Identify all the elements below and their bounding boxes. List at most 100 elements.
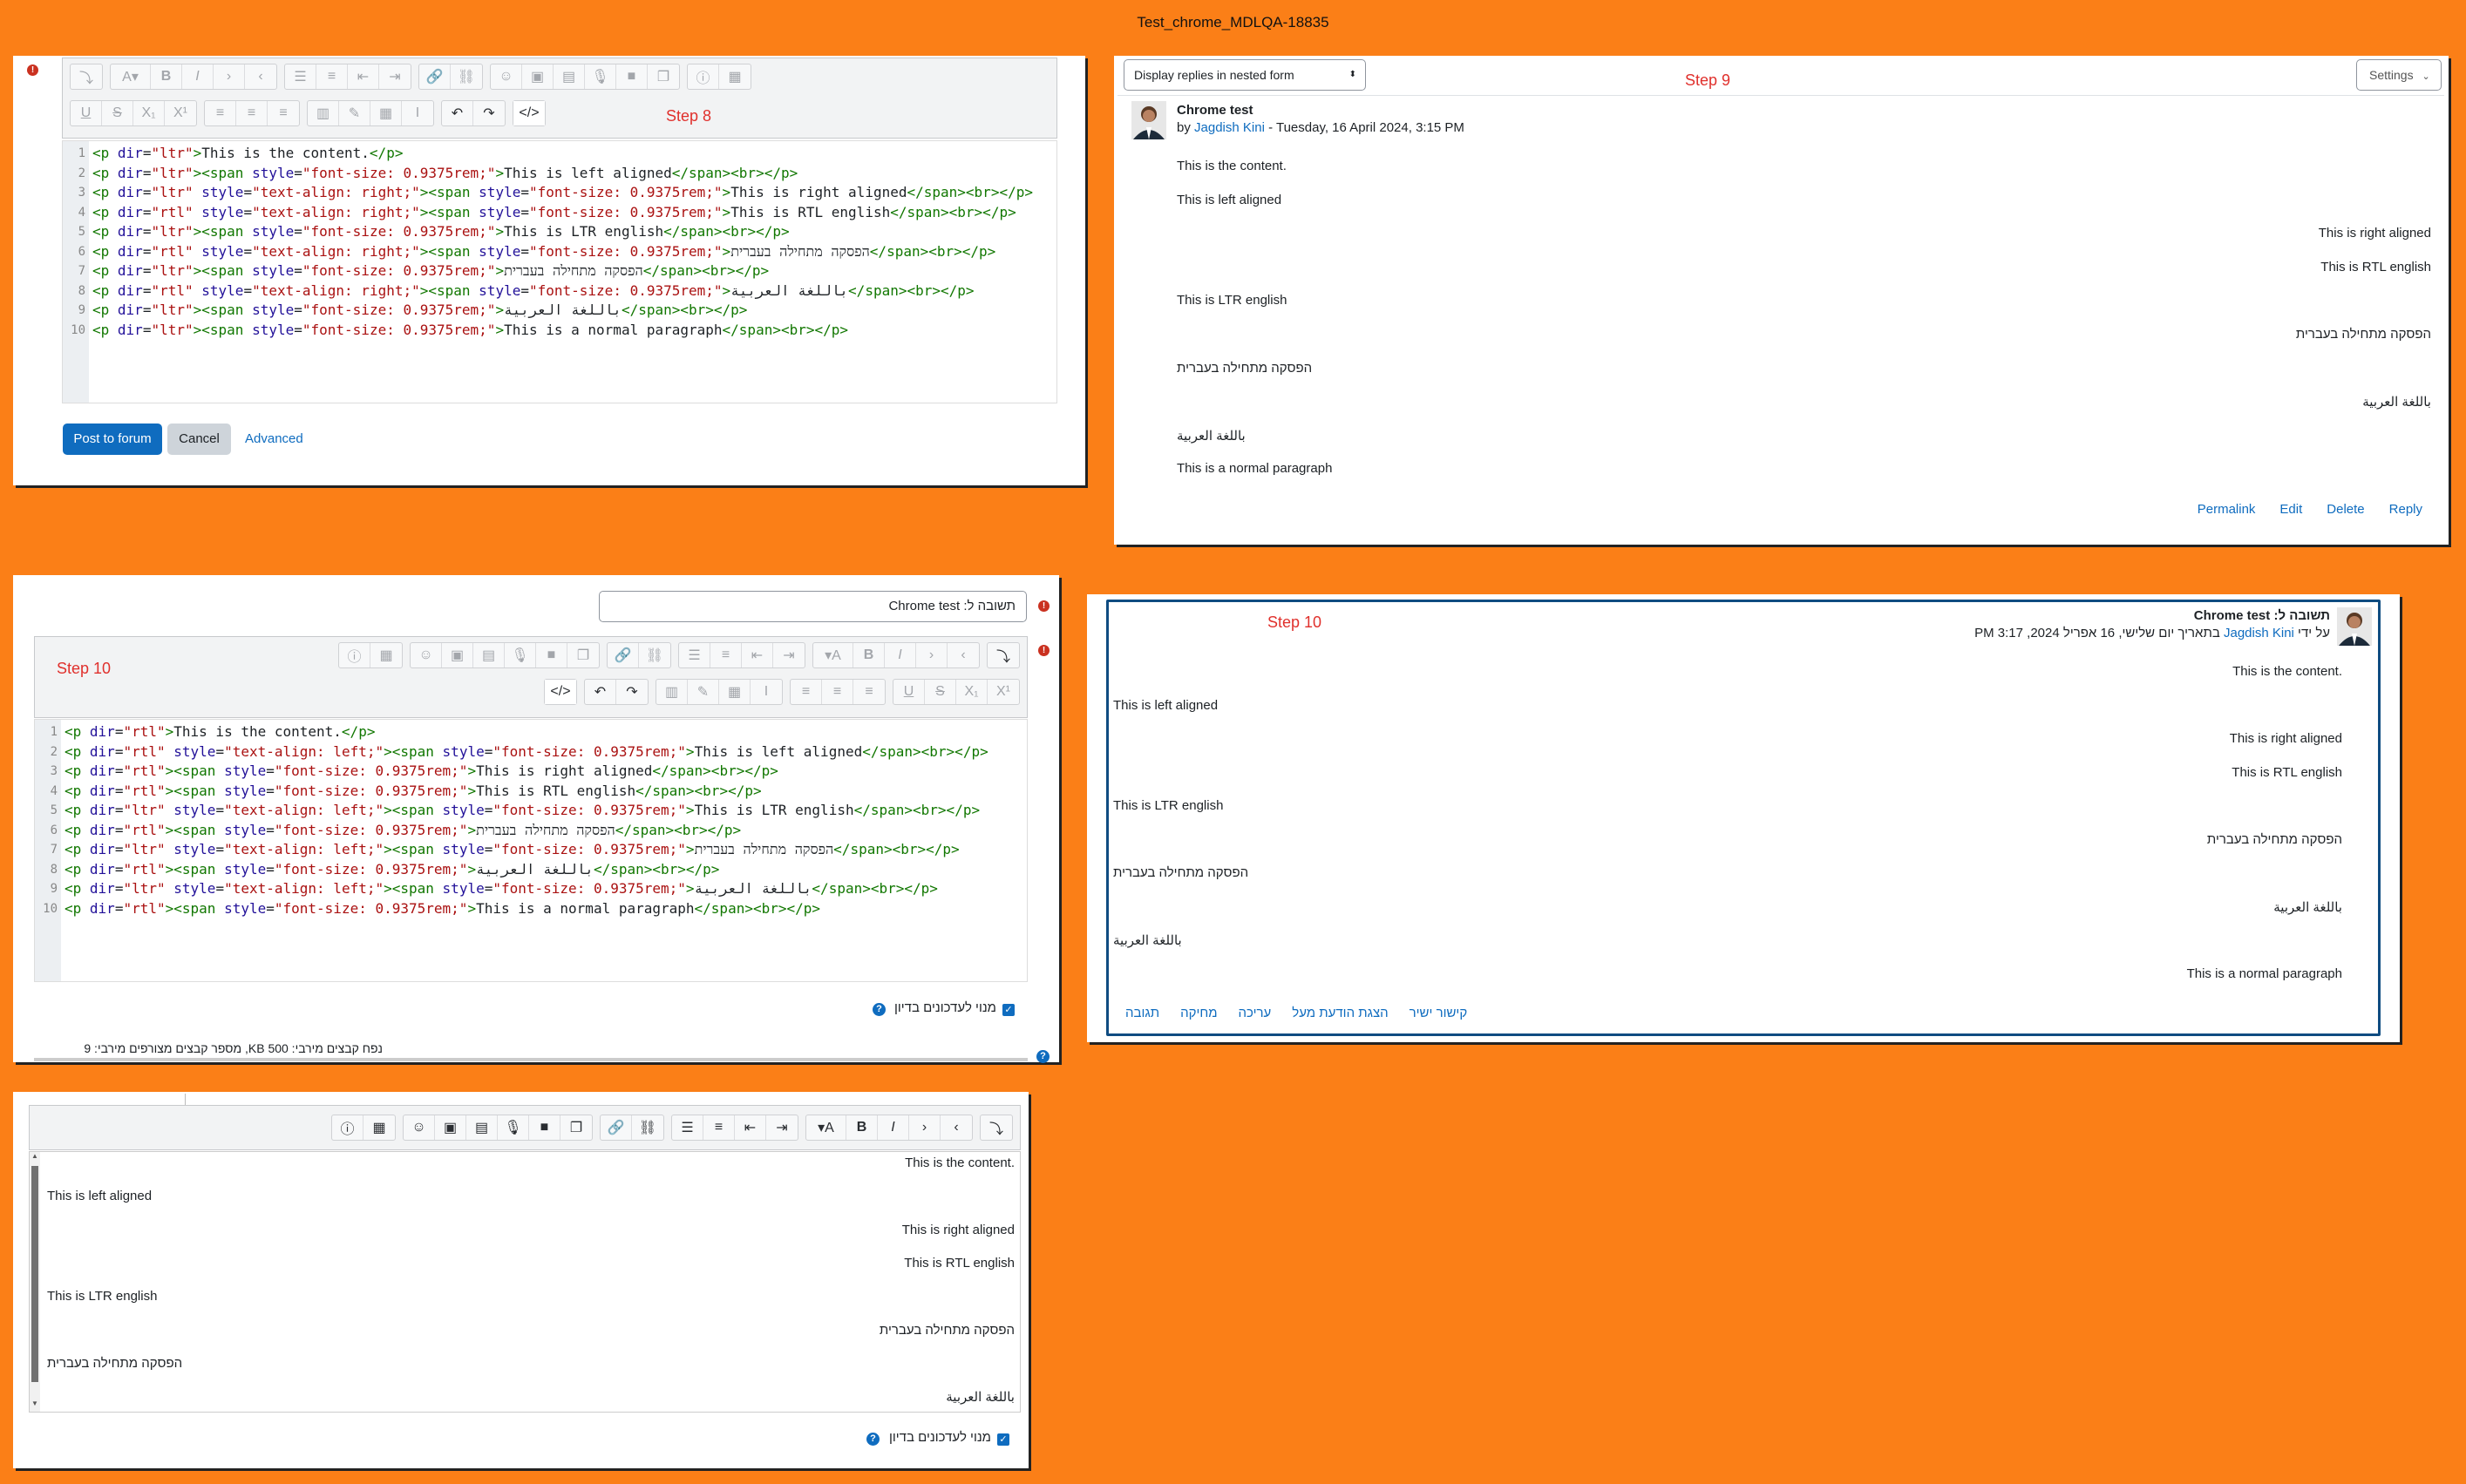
link-icon[interactable]: 🔗: [608, 643, 639, 667]
bullet-list-icon[interactable]: ☰: [672, 1115, 703, 1140]
author-link[interactable]: Jagdish Kini: [1194, 120, 1265, 135]
manage-files-icon[interactable]: ❐: [560, 1115, 592, 1140]
post-to-forum-button[interactable]: Post to forum: [63, 424, 162, 455]
scroll-down-icon[interactable]: ▼: [31, 1399, 38, 1407]
undo-icon[interactable]: ↶: [442, 101, 473, 125]
unlink-icon[interactable]: ⛓: [639, 643, 670, 667]
code-editor[interactable]: 1 2 3 4 5 6 7 8 9 10 <p dir="ltr">This is the con…: [62, 140, 1057, 403]
special-char-icon[interactable]: ✎: [688, 680, 719, 704]
bullet-list-icon[interactable]: ☰: [285, 64, 316, 89]
post-action-link[interactable]: Edit: [2279, 502, 2302, 517]
collapse-toolbar-icon[interactable]: ⤵: [981, 1115, 1012, 1140]
subscribe-checkbox[interactable]: ✓: [997, 1433, 1009, 1446]
scroll-up-icon[interactable]: ▲: [31, 1152, 38, 1160]
outdent-icon[interactable]: ⇤: [735, 1115, 766, 1140]
bold-icon[interactable]: B: [151, 64, 182, 89]
ltr-icon[interactable]: ›: [916, 643, 948, 667]
collapse-toolbar-icon[interactable]: ⤵: [988, 643, 1019, 667]
code-editor[interactable]: 1 2 3 4 5 6 7 8 9 10 <p dir="rtl">This is the con…: [34, 719, 1028, 982]
rtl-icon[interactable]: ‹: [941, 1115, 972, 1140]
superscript-icon[interactable]: X¹: [988, 680, 1019, 704]
rtl-icon[interactable]: ‹: [245, 64, 276, 89]
emoji-icon[interactable]: ☺: [411, 643, 442, 667]
emoji-icon[interactable]: ☺: [491, 64, 522, 89]
advanced-link[interactable]: Advanced: [245, 431, 303, 446]
clear-format-icon[interactable]: I: [751, 680, 782, 704]
help-icon[interactable]: ?: [873, 1003, 886, 1016]
redo-icon[interactable]: ↷: [616, 680, 648, 704]
post-action-link[interactable]: עריכה: [1239, 1006, 1272, 1020]
align-center-icon[interactable]: ≡: [236, 101, 268, 125]
author-avatar[interactable]: [1131, 101, 1166, 139]
author-avatar[interactable]: [2337, 607, 2372, 646]
strikethrough-icon[interactable]: S: [925, 680, 956, 704]
image-icon[interactable]: ▣: [442, 643, 473, 667]
bold-icon[interactable]: B: [846, 1115, 878, 1140]
settings-dropdown[interactable]: Settings ⌄: [2356, 59, 2442, 91]
superscript-icon[interactable]: X¹: [165, 101, 196, 125]
post-action-link[interactable]: מחיקה: [1180, 1006, 1217, 1020]
italic-icon[interactable]: I: [182, 64, 214, 89]
subscript-icon[interactable]: X₁: [133, 101, 165, 125]
font-color-icon[interactable]: A▾: [111, 64, 151, 89]
indent-icon[interactable]: ⇥: [766, 1115, 798, 1140]
ltr-icon[interactable]: ›: [214, 64, 245, 89]
undo-icon[interactable]: ↶: [585, 680, 616, 704]
unlink-icon[interactable]: ⛓: [451, 64, 482, 89]
scrollbar[interactable]: ▲ ▼: [30, 1152, 40, 1412]
subscript-icon[interactable]: X₁: [956, 680, 988, 704]
outdent-icon[interactable]: ⇤: [742, 643, 773, 667]
table-icon[interactable]: ▦: [370, 101, 402, 125]
italic-icon[interactable]: I: [885, 643, 916, 667]
link-icon[interactable]: 🔗: [419, 64, 451, 89]
indent-icon[interactable]: ⇥: [773, 643, 805, 667]
numbered-list-icon[interactable]: ≡: [703, 1115, 735, 1140]
manage-files-icon[interactable]: ❐: [567, 643, 599, 667]
record-video-icon[interactable]: ■: [536, 643, 567, 667]
outdent-icon[interactable]: ⇤: [348, 64, 379, 89]
align-right-icon[interactable]: ≡: [268, 101, 299, 125]
help-icon[interactable]: ?: [1036, 1050, 1050, 1063]
post-action-link[interactable]: Reply: [2389, 502, 2422, 517]
image-icon[interactable]: ▣: [522, 64, 554, 89]
record-audio-icon[interactable]: 🎙: [585, 64, 616, 89]
accessibility-checker-icon[interactable]: ⓘ: [332, 1115, 363, 1140]
subject-field[interactable]: תשובה ל: Chrome test: [599, 591, 1027, 622]
special-char-icon[interactable]: ✎: [339, 101, 370, 125]
html-source-icon[interactable]: </>: [513, 101, 545, 125]
underline-icon[interactable]: U: [893, 680, 925, 704]
post-action-link[interactable]: Permalink: [2198, 502, 2256, 517]
ltr-icon[interactable]: ›: [909, 1115, 941, 1140]
numbered-list-icon[interactable]: ≡: [710, 643, 742, 667]
h5p-icon[interactable]: ▦: [370, 643, 402, 667]
clear-format-icon[interactable]: I: [402, 101, 433, 125]
media-icon[interactable]: ▤: [473, 643, 505, 667]
media-icon[interactable]: ▤: [554, 64, 585, 89]
manage-files-icon[interactable]: ❐: [648, 64, 679, 89]
italic-icon[interactable]: I: [878, 1115, 909, 1140]
record-audio-icon[interactable]: 🎙: [498, 1115, 529, 1140]
equation-icon[interactable]: ▥: [656, 680, 688, 704]
bullet-list-icon[interactable]: ☰: [679, 643, 710, 667]
font-color-icon[interactable]: ▾A: [813, 643, 853, 667]
accessibility-checker-icon[interactable]: ⓘ: [688, 64, 719, 89]
emoji-icon[interactable]: ☺: [404, 1115, 435, 1140]
link-icon[interactable]: 🔗: [601, 1115, 632, 1140]
bold-icon[interactable]: B: [853, 643, 885, 667]
align-left-icon[interactable]: ≡: [791, 680, 822, 704]
h5p-icon[interactable]: ▦: [363, 1115, 395, 1140]
image-icon[interactable]: ▣: [435, 1115, 466, 1140]
html-source-icon[interactable]: </>: [545, 680, 576, 704]
author-link[interactable]: Jagdish Kini: [2224, 626, 2294, 640]
numbered-list-icon[interactable]: ≡: [316, 64, 348, 89]
align-center-icon[interactable]: ≡: [822, 680, 853, 704]
h5p-icon[interactable]: ▦: [719, 64, 751, 89]
align-left-icon[interactable]: ≡: [205, 101, 236, 125]
record-video-icon[interactable]: ■: [616, 64, 648, 89]
font-color-icon[interactable]: ▾A: [806, 1115, 846, 1140]
media-icon[interactable]: ▤: [466, 1115, 498, 1140]
scrollbar-thumb[interactable]: [31, 1166, 38, 1382]
table-icon[interactable]: ▦: [719, 680, 751, 704]
display-mode-select[interactable]: Display replies in nested form ⬍: [1124, 59, 1366, 91]
post-action-link[interactable]: הצגת הודעת מעל: [1292, 1006, 1388, 1020]
